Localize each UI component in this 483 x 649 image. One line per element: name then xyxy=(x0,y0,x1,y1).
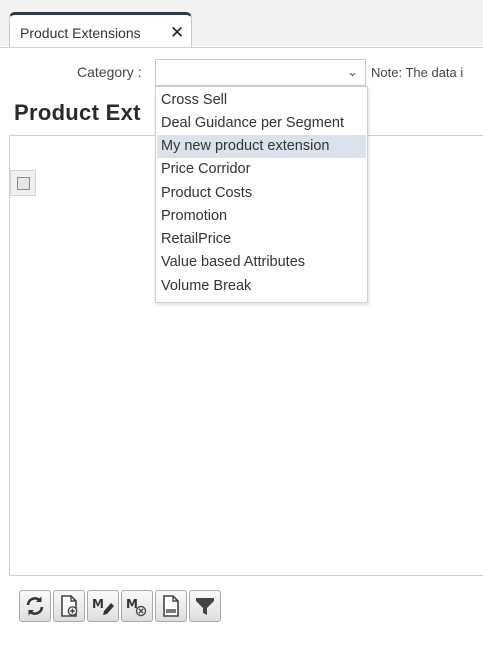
select-all-cell[interactable] xyxy=(10,170,36,196)
filter-button[interactable] xyxy=(189,590,221,622)
export-button[interactable] xyxy=(155,590,187,622)
dropdown-option[interactable]: Value based Attributes xyxy=(157,251,366,274)
dropdown-option[interactable]: Product Costs xyxy=(157,182,366,205)
svg-text:M: M xyxy=(126,597,138,611)
dropdown-option[interactable]: Deal Guidance per Segment xyxy=(157,112,366,135)
dropdown-option[interactable]: Volume Break xyxy=(157,275,366,298)
svg-text:M: M xyxy=(92,597,104,611)
tab-label: Product Extensions xyxy=(20,25,141,41)
export-icon xyxy=(163,595,179,617)
dropdown-option[interactable]: Promotion xyxy=(157,205,366,228)
category-select[interactable]: ⌄ xyxy=(155,59,366,86)
dropdown-option-highlighted[interactable]: My new product extension xyxy=(157,135,366,158)
chevron-down-icon[interactable]: ⌄ xyxy=(347,64,358,80)
new-record-button[interactable] xyxy=(53,590,85,622)
mass-edit-icon: M xyxy=(92,597,114,615)
mass-delete-icon: M xyxy=(126,597,147,617)
filter-icon xyxy=(196,598,214,615)
dropdown-option[interactable]: Price Corridor xyxy=(157,158,366,181)
close-icon[interactable]: ✕ xyxy=(170,23,184,43)
category-dropdown-list: Cross Sell Deal Guidance per Segment My … xyxy=(155,86,368,303)
select-all-checkbox[interactable] xyxy=(17,177,30,190)
refresh-icon xyxy=(26,596,44,616)
dropdown-option[interactable]: Cross Sell xyxy=(157,89,366,112)
category-label: Category : xyxy=(77,64,142,80)
divider xyxy=(0,47,483,48)
refresh-button[interactable] xyxy=(19,590,51,622)
new-document-icon xyxy=(61,595,78,617)
dropdown-option[interactable]: RetailPrice xyxy=(157,228,366,251)
mass-edit-button[interactable]: M xyxy=(87,590,119,622)
tab-product-extensions[interactable]: Product Extensions ✕ xyxy=(9,12,192,48)
note-text: Note: The data i xyxy=(371,65,464,80)
page-title: Product Ext xyxy=(14,100,141,125)
mass-delete-button[interactable]: M xyxy=(121,590,153,622)
